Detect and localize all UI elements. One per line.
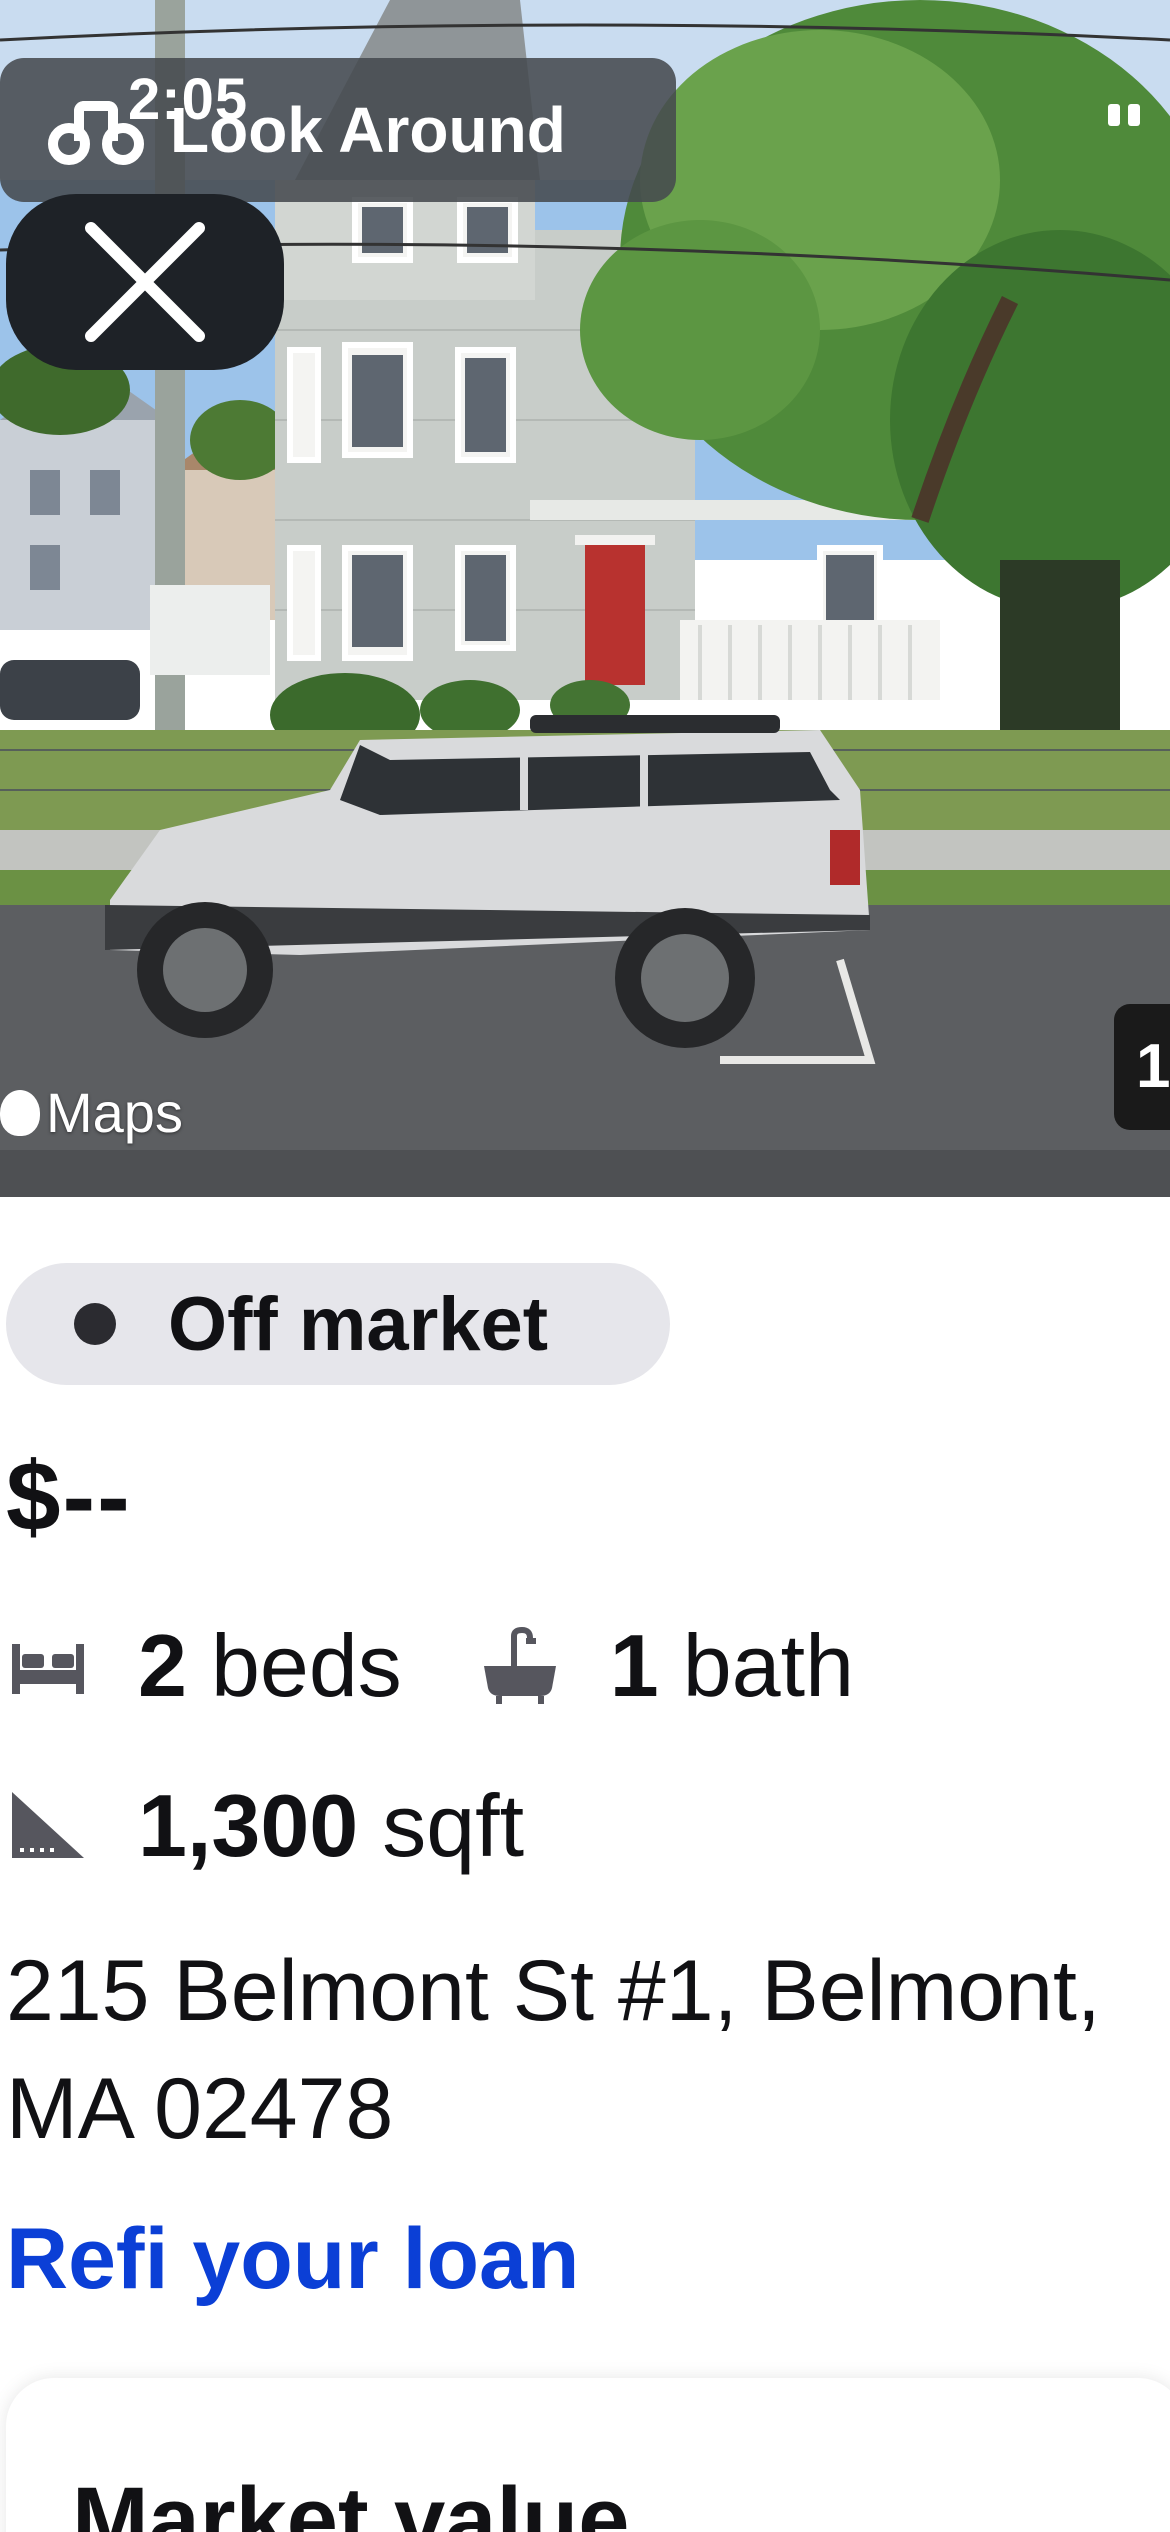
sqft-fact: 1,300 sqft — [8, 1775, 524, 1877]
close-button[interactable] — [6, 194, 284, 370]
listing-status-badge: Off market — [6, 1263, 670, 1385]
refi-loan-link[interactable]: Refi your loan — [6, 2210, 579, 2309]
address-line-1: 215 Belmont St #1, Belmont, — [6, 1943, 1101, 2039]
market-value-title: Market value — [72, 2469, 630, 2532]
beds-fact: 2 beds — [8, 1615, 402, 1717]
apple-logo-icon — [0, 1089, 40, 1136]
listing-address: 215 Belmont St #1, Belmont, MA 02478 — [6, 1932, 1170, 2168]
sqft-label: sqft — [382, 1776, 525, 1875]
baths-label: bath — [682, 1616, 855, 1715]
ruler-triangle-icon — [12, 1792, 84, 1858]
status-dot-icon — [74, 1303, 116, 1345]
listing-price: $-- — [6, 1441, 132, 1551]
street-view-image[interactable]: Look Around 2:05 Maps 1 — [0, 0, 1170, 1197]
maps-label: Maps — [46, 1081, 183, 1144]
close-icon — [85, 222, 205, 342]
baths-fact: 1 bath — [480, 1615, 854, 1717]
listing-status-text: Off market — [168, 1281, 549, 1367]
address-line-2: MA 02478 — [6, 2061, 394, 2157]
beds-value: 2 — [138, 1616, 187, 1715]
beds-baths-row: 2 beds 1 bath — [8, 1615, 932, 1717]
sqft-value: 1,300 — [138, 1776, 359, 1875]
beds-label: beds — [210, 1616, 402, 1715]
bathtub-icon — [483, 1626, 556, 1704]
photo-page-indicator[interactable]: 1 — [1114, 1004, 1170, 1130]
sqft-row: 1,300 sqft — [8, 1775, 602, 1877]
look-around-button[interactable]: Look Around — [0, 58, 676, 202]
baths-value: 1 — [609, 1616, 659, 1715]
bed-icon — [12, 1644, 84, 1694]
status-bar-time: 2:05 — [128, 67, 249, 132]
apple-maps-attribution[interactable]: Maps — [0, 1080, 183, 1145]
market-value-card[interactable]: Market value — [6, 2378, 1170, 2532]
signal-icon — [1108, 104, 1140, 126]
